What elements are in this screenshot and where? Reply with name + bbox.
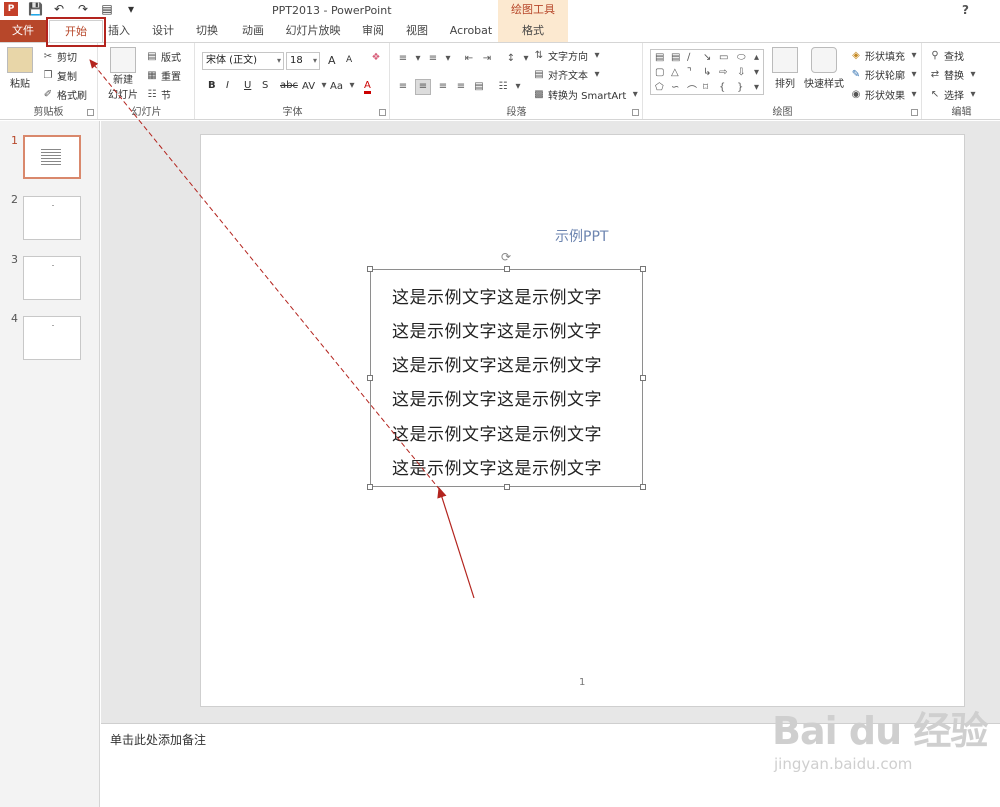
annotation-arrows bbox=[89, 59, 475, 599]
annotation-arrow-to-home-tab bbox=[89, 59, 441, 491]
annotation-arrow-to-textbox bbox=[437, 486, 475, 599]
